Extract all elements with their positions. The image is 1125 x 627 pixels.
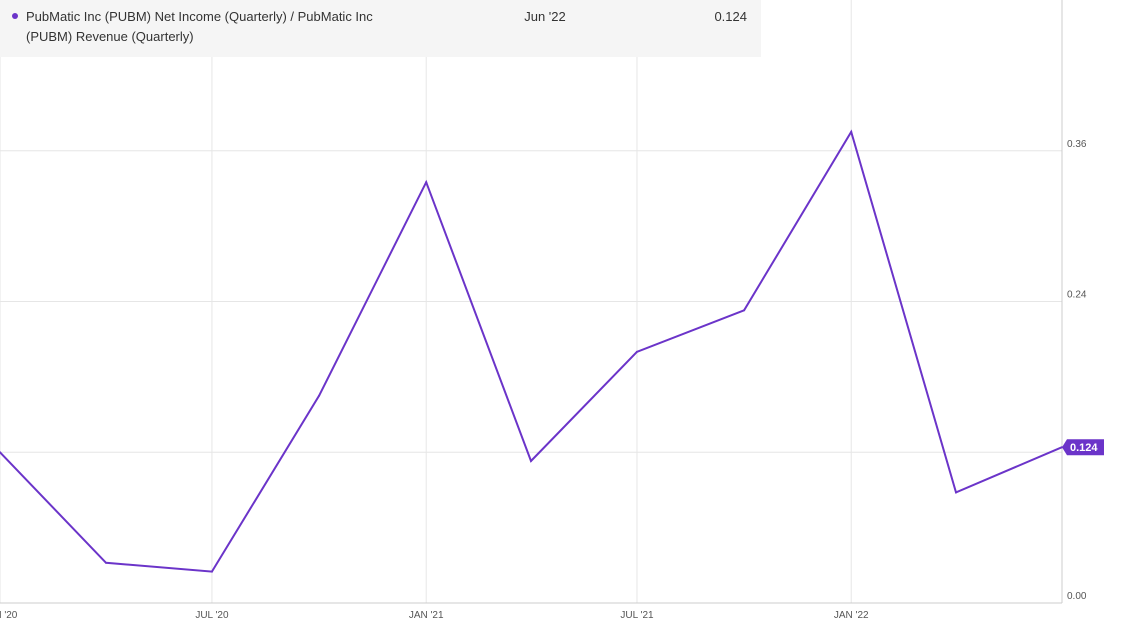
last-value-badge: 0.124 bbox=[1062, 439, 1104, 456]
data-point bbox=[850, 130, 853, 133]
legend-series-name: PubMatic Inc (PUBM) Net Income (Quarterl… bbox=[26, 9, 373, 44]
line-chart: JAN '20 JUL '20 JAN '21 JUL '21 JAN '22 0.00… bbox=[0, 0, 1104, 621]
legend-value: 0.124 bbox=[714, 9, 747, 24]
data-point bbox=[955, 491, 958, 494]
x-tick-label: JAN '21 bbox=[409, 610, 444, 621]
series-line[interactable] bbox=[0, 129, 1063, 573]
y-tick-label: 0.24 bbox=[1067, 290, 1087, 301]
data-point bbox=[743, 309, 746, 312]
x-tick-label: JUL '21 bbox=[620, 610, 654, 621]
data-point bbox=[635, 350, 638, 353]
data-point bbox=[104, 561, 107, 564]
data-point bbox=[318, 394, 321, 397]
y-tick-label: 0.36 bbox=[1067, 139, 1087, 150]
data-points bbox=[0, 130, 1063, 573]
series-color-dot bbox=[12, 13, 18, 19]
legend-date: Jun '22 bbox=[524, 9, 566, 24]
y-axis-ticks: 0.00 0.24 0.36 bbox=[1067, 139, 1087, 602]
legend-tooltip: PubMatic Inc (PUBM) Net Income (Quarterl… bbox=[0, 0, 761, 57]
data-point bbox=[425, 181, 428, 184]
data-point bbox=[530, 460, 532, 463]
x-axis-ticks: JAN '20 JUL '20 JAN '21 JUL '21 JAN '22 bbox=[0, 610, 869, 621]
last-value-badge-text: 0.124 bbox=[1070, 442, 1098, 454]
x-tick-label: JAN '20 bbox=[0, 610, 18, 621]
grid-lines bbox=[0, 0, 1062, 603]
y-tick-label: 0.00 bbox=[1067, 591, 1087, 602]
x-tick-label: JUL '20 bbox=[195, 610, 229, 621]
x-tick-label: JAN '22 bbox=[834, 610, 869, 621]
data-point bbox=[210, 570, 213, 573]
